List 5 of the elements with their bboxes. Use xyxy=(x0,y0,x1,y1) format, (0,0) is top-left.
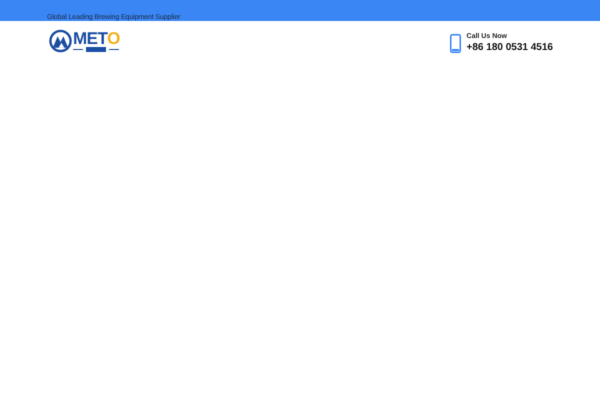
logo-mark-icon xyxy=(49,29,72,53)
phone-icon xyxy=(450,34,461,52)
logo-text: METO xyxy=(73,30,120,47)
logo-subtitle-drawing xyxy=(73,47,120,52)
phone-number: +86 180 0531 4516 xyxy=(466,42,553,53)
